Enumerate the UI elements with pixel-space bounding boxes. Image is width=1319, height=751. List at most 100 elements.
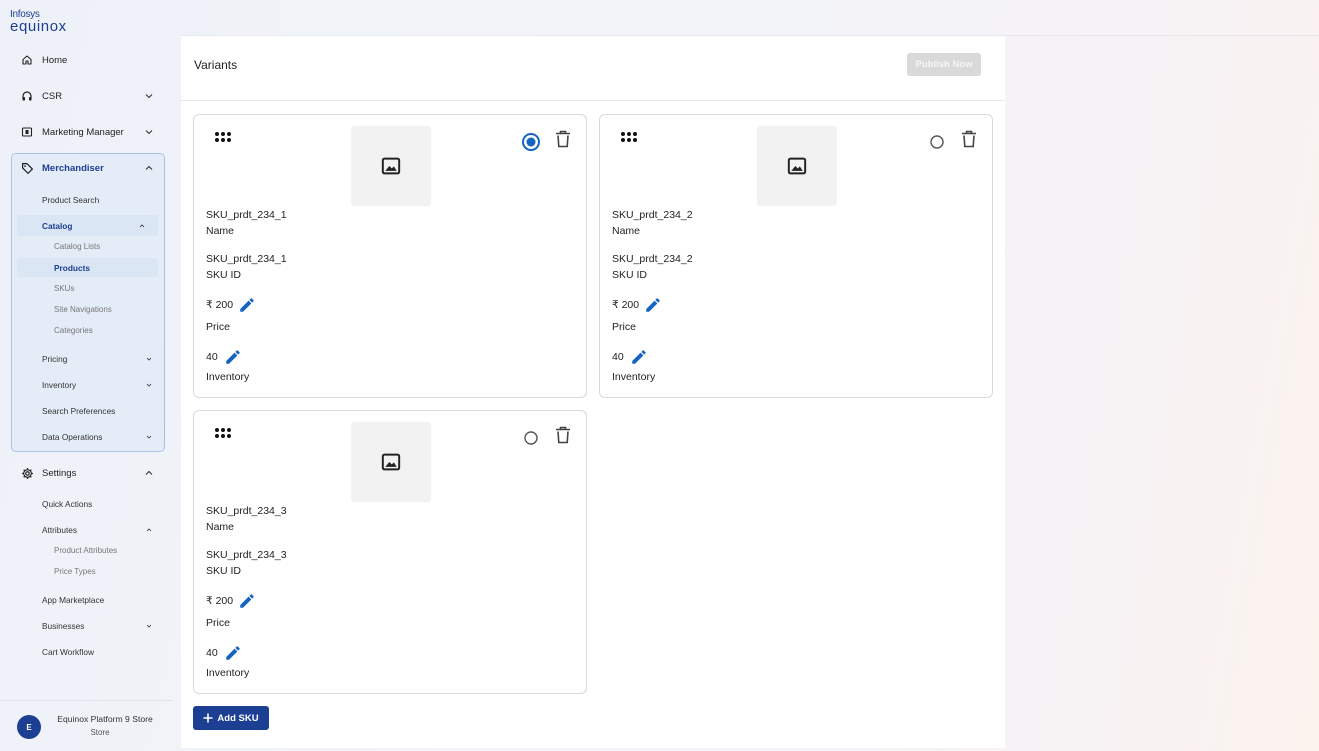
chevron-down-icon[interactable]	[145, 622, 153, 630]
user-role: Store	[90, 728, 110, 737]
variant-name-label: Name	[206, 225, 235, 237]
variant-name-label: Name	[612, 225, 641, 237]
sidebar-item-price-types[interactable]: Price Types	[54, 567, 96, 576]
sidebar-item-quick-actions[interactable]: Quick Actions	[42, 499, 92, 509]
sidebar-item-attributes[interactable]: Attributes	[42, 525, 158, 535]
edit-icon[interactable]	[224, 644, 242, 662]
megaphone-icon	[20, 125, 34, 139]
variant-sku-id-label: SKU ID	[206, 565, 242, 577]
sidebar-item-home[interactable]: Home	[12, 47, 165, 73]
trash-icon[interactable]	[555, 130, 571, 148]
publish-now-button[interactable]: Publish Now	[907, 53, 981, 76]
chevron-up-icon[interactable]	[138, 222, 146, 230]
tag-icon	[20, 161, 34, 175]
radio-icon[interactable]	[521, 428, 541, 448]
image-icon	[787, 157, 807, 175]
logo-product: equinox	[10, 18, 67, 35]
sidebar-item-merchandiser[interactable]: Merchandiser	[12, 155, 165, 181]
sidebar-item-label: Merchandiser	[42, 162, 104, 174]
variant-image[interactable]	[351, 422, 431, 502]
headset-icon	[20, 89, 34, 103]
variant-sku-id-label: SKU ID	[612, 269, 648, 281]
sidebar-item-label: Settings	[42, 467, 77, 479]
edit-icon[interactable]	[238, 296, 256, 314]
chevron-down-icon[interactable]	[145, 433, 153, 441]
add-sku-label: Add SKU	[217, 712, 259, 724]
sidebar-item-cart-workflow[interactable]: Cart Workflow	[42, 647, 94, 657]
variant-inventory-label: Inventory	[206, 371, 250, 383]
radio-icon[interactable]	[927, 132, 947, 152]
chevron-down-icon[interactable]	[143, 90, 155, 102]
chevron-down-icon[interactable]	[143, 126, 155, 138]
variant-price-value: ₹ 200	[206, 299, 234, 311]
variant-price-value: ₹ 200	[206, 595, 234, 607]
plus-icon	[203, 713, 213, 723]
sidebar-item-catalog[interactable]: Catalog	[17, 215, 158, 236]
variant-sku-id-value: SKU_prdt_234_3	[206, 549, 287, 561]
variant-inventory-label: Inventory	[206, 667, 250, 679]
add-sku-button[interactable]: Add SKU	[193, 706, 269, 730]
sidebar-item-pricing[interactable]: Pricing	[42, 354, 158, 364]
variant-sku-id-value: SKU_prdt_234_1	[206, 253, 287, 265]
sidebar-item-catalog-lists[interactable]: Catalog Lists	[54, 242, 100, 251]
sidebar-item-skus[interactable]: SKUs	[54, 284, 74, 293]
sidebar-item-label: CSR	[42, 90, 63, 102]
variant-sku-id-value: SKU_prdt_234_2	[612, 253, 693, 265]
variant-sku-id-label: SKU ID	[206, 269, 242, 281]
drag-handle-icon[interactable]	[214, 131, 232, 143]
home-icon	[20, 53, 34, 67]
drag-handle-icon[interactable]	[214, 427, 232, 439]
user-profile[interactable]: E Equinox Platform 9 Store Store	[0, 700, 172, 751]
image-icon	[381, 157, 401, 175]
sidebar-item-categories[interactable]: Categories	[54, 326, 93, 335]
variant-card[interactable]: SKU_prdt_234_2 Name SKU_prdt_234_2 SKU I…	[599, 114, 993, 398]
sidebar-item-search-preferences[interactable]: Search Preferences	[42, 406, 115, 416]
variant-price-label: Price	[206, 617, 230, 629]
avatar[interactable]: E	[17, 715, 41, 739]
panel-divider	[181, 100, 1005, 101]
sidebar-item-product-search[interactable]: Product Search	[42, 195, 99, 205]
sidebar-item-products[interactable]: Products	[17, 258, 158, 277]
sidebar-item-label: Marketing Manager	[42, 126, 124, 138]
sidebar-item-label: Data Operations	[42, 432, 103, 442]
variants-panel: Variants Publish Now SKU_prdt_234_1 Name…	[181, 36, 1005, 748]
variant-card[interactable]: SKU_prdt_234_1 Name SKU_prdt_234_1 SKU I…	[193, 114, 587, 398]
sidebar-item-marketing-manager[interactable]: Marketing Manager	[12, 119, 165, 145]
sidebar-item-label: Home	[42, 54, 68, 66]
variant-card[interactable]: SKU_prdt_234_3 Name SKU_prdt_234_3 SKU I…	[193, 410, 587, 694]
variant-inventory-value: 40	[612, 351, 624, 363]
trash-icon[interactable]	[555, 426, 571, 444]
trash-icon[interactable]	[961, 130, 977, 148]
variant-price-label: Price	[612, 321, 636, 333]
variant-price-label: Price	[206, 321, 230, 333]
variant-inventory-label: Inventory	[612, 371, 656, 383]
chevron-up-icon[interactable]	[143, 162, 155, 174]
edit-icon[interactable]	[238, 592, 256, 610]
image-icon	[381, 453, 401, 471]
chevron-up-icon[interactable]	[143, 467, 155, 479]
chevron-up-icon[interactable]	[145, 526, 153, 534]
sidebar-item-csr[interactable]: CSR	[12, 83, 165, 109]
variant-image[interactable]	[757, 126, 837, 206]
variant-name-value: SKU_prdt_234_1	[206, 209, 287, 221]
edit-icon[interactable]	[630, 348, 648, 366]
chevron-down-icon[interactable]	[145, 381, 153, 389]
radio-icon[interactable]	[521, 132, 541, 152]
sidebar-item-label: Inventory	[42, 380, 77, 390]
variant-name-value: SKU_prdt_234_3	[206, 505, 287, 517]
sidebar-item-app-marketplace[interactable]: App Marketplace	[42, 595, 104, 605]
sidebar-item-site-navigations[interactable]: Site Navigations	[54, 305, 112, 314]
edit-icon[interactable]	[224, 348, 242, 366]
sidebar-item-businesses[interactable]: Businesses	[42, 621, 158, 631]
logo[interactable]: Infosys equinox	[10, 10, 67, 35]
sidebar-item-label: Pricing	[42, 354, 68, 364]
variant-inventory-value: 40	[206, 647, 218, 659]
sidebar-item-settings[interactable]: Settings	[12, 460, 165, 486]
sidebar-item-data-operations[interactable]: Data Operations	[42, 432, 158, 442]
sidebar-item-product-attributes[interactable]: Product Attributes	[54, 546, 117, 555]
edit-icon[interactable]	[644, 296, 662, 314]
drag-handle-icon[interactable]	[620, 131, 638, 143]
chevron-down-icon[interactable]	[145, 355, 153, 363]
sidebar-item-inventory[interactable]: Inventory	[42, 380, 158, 390]
variant-image[interactable]	[351, 126, 431, 206]
